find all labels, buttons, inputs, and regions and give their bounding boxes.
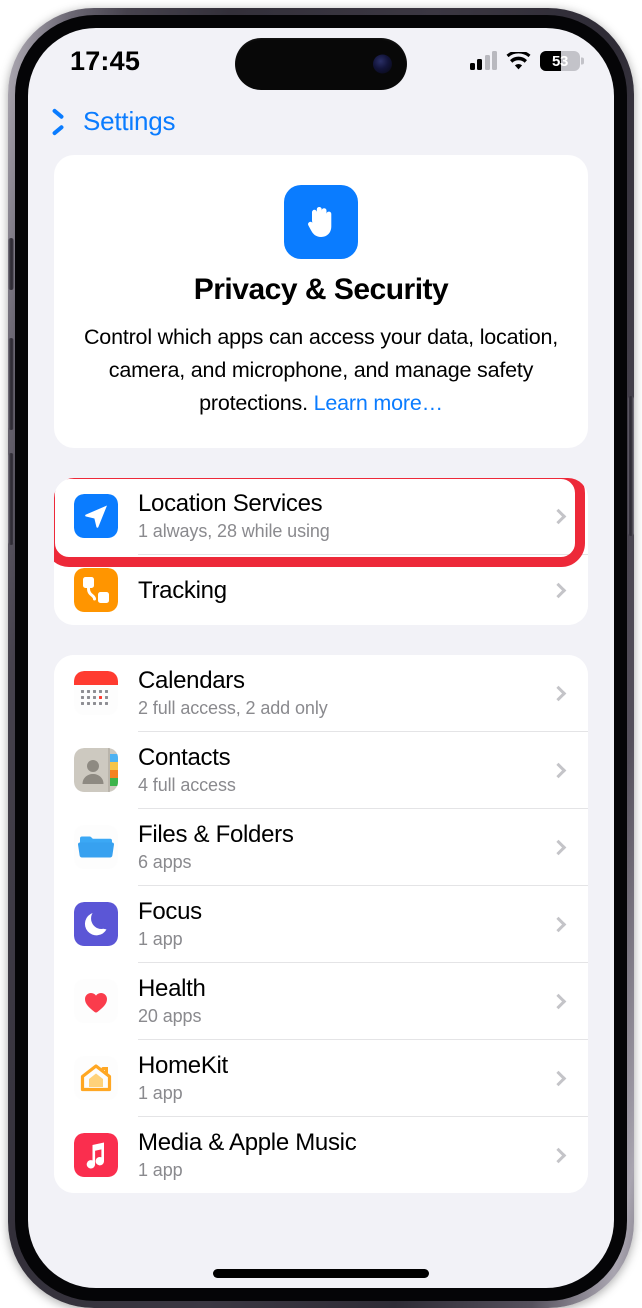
learn-more-link[interactable]: Learn more… [314,391,443,415]
chevron-right-icon [550,762,567,778]
row-text: Location Services 1 always, 28 while usi… [138,481,543,551]
heart-icon [74,979,118,1023]
chevron-right-icon [550,839,567,855]
settings-row-tracking[interactable]: Tracking [54,555,588,625]
row-title: Focus [138,898,202,925]
row-text: Files & Folders 6 apps [138,812,543,882]
row-subtitle: 1 app [138,1160,183,1180]
row-title: Tracking [138,576,227,604]
dynamic-island [235,38,407,90]
row-subtitle: 1 always, 28 while using [138,521,330,541]
privacy-security-header-card: Privacy & Security Control which apps ca… [54,155,588,448]
row-title: Health [138,975,206,1002]
calendar-icon [74,671,118,715]
power-button[interactable] [628,396,634,536]
location-arrow-icon [74,494,118,538]
row-text: Focus 1 app [138,889,543,959]
row-text: HomeKit 1 app [138,1043,543,1113]
chevron-right-icon [550,685,567,701]
chevron-right-icon [550,1070,567,1086]
row-subtitle: 6 apps [138,852,192,872]
settings-row-focus[interactable]: Focus 1 app [54,886,588,962]
volume-up-button[interactable] [8,338,14,430]
cellular-signal-icon [469,51,497,70]
volume-down-button[interactable] [8,453,14,545]
front-camera-icon [373,54,392,74]
settings-row-contacts[interactable]: Contacts 4 full access [54,732,588,808]
settings-row-files-folders[interactable]: Files & Folders 6 apps [54,809,588,885]
battery-icon: 53 [540,51,580,71]
settings-scroll-view[interactable]: Privacy & Security Control which apps ca… [28,155,614,1193]
device-bezel: 17:45 53 Settings Privacy & Security Con… [8,15,634,1301]
house-icon [74,1056,118,1100]
row-title: Calendars [138,667,245,694]
chevron-left-icon [60,110,74,134]
music-note-icon [74,1133,118,1177]
row-subtitle: 1 app [138,929,183,949]
phone-screen: 17:45 53 Settings Privacy & Security Con… [28,28,614,1288]
chevron-right-icon [550,1147,567,1163]
page-description: Control which apps can access your data,… [80,321,562,420]
row-title: Media & Apple Music [138,1129,357,1156]
settings-row-homekit[interactable]: HomeKit 1 app [54,1040,588,1116]
row-text: Health 20 apps [138,966,543,1036]
chevron-right-icon [550,508,567,524]
iphone-device-frame: 17:45 53 Settings Privacy & Security Con… [8,8,634,1308]
row-subtitle: 4 full access [138,775,236,795]
row-text: Media & Apple Music 1 app [138,1120,543,1190]
moon-icon [74,902,118,946]
row-title: Location Services [138,490,323,517]
battery-percent-label: 53 [551,52,569,70]
location-group: Location Services 1 always, 28 while usi… [54,478,588,625]
status-bar-indicators: 53 [469,51,580,71]
row-text: Contacts 4 full access [138,735,543,805]
row-subtitle: 2 full access, 2 add only [138,698,328,718]
row-title: Files & Folders [138,821,294,848]
chevron-right-icon [550,993,567,1009]
back-button-label: Settings [83,106,176,136]
status-bar: 17:45 53 [28,28,614,90]
settings-row-calendars[interactable]: Calendars 2 full access, 2 add only [54,655,588,731]
folder-icon [74,825,118,869]
contacts-icon [74,748,118,792]
row-text: Tracking [138,568,543,613]
tracking-icon [74,568,118,612]
chevron-right-icon [550,582,567,598]
home-indicator[interactable] [213,1269,429,1278]
status-bar-clock: 17:45 [70,45,141,76]
navigation-bar: Settings [28,90,614,149]
hand-raised-icon [284,185,358,259]
settings-row-health[interactable]: Health 20 apps [54,963,588,1039]
settings-row-location-services[interactable]: Location Services 1 always, 28 while usi… [54,478,588,554]
action-button[interactable] [8,238,14,290]
wifi-icon [506,51,531,71]
row-subtitle: 20 apps [138,1006,202,1026]
app-permissions-group: Calendars 2 full access, 2 add only Cont… [54,655,588,1193]
row-title: HomeKit [138,1052,228,1079]
back-to-settings-button[interactable]: Settings [60,106,176,137]
page-title: Privacy & Security [193,273,449,306]
row-title: Contacts [138,744,231,771]
row-text: Calendars 2 full access, 2 add only [138,658,543,728]
chevron-right-icon [550,916,567,932]
settings-row-media-apple-music[interactable]: Media & Apple Music 1 app [54,1117,588,1193]
row-subtitle: 1 app [138,1083,183,1103]
